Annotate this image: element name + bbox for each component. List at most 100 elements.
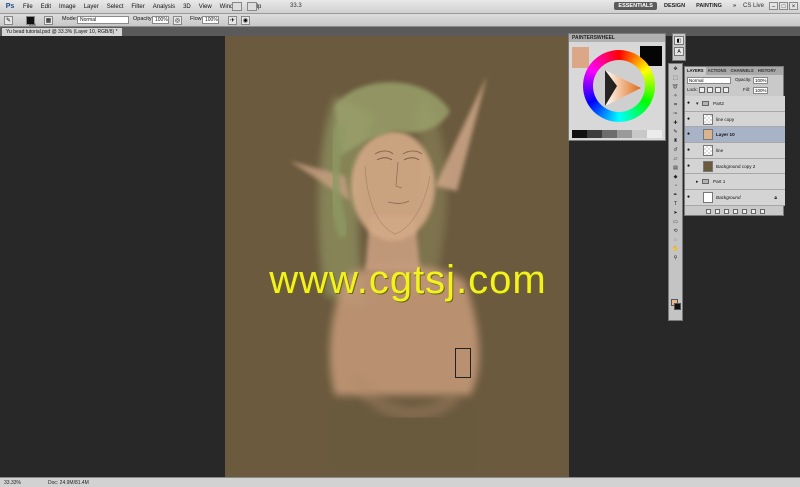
hue-wheel[interactable] — [583, 50, 655, 122]
brush-tool-icon[interactable]: ✎ — [671, 129, 680, 136]
visibility-eye-icon[interactable]: ● — [687, 148, 693, 153]
visibility-eye-icon[interactable]: ● — [687, 195, 693, 200]
pressure-size-icon[interactable]: ◉ — [241, 16, 250, 25]
document-canvas[interactable] — [225, 36, 569, 477]
path-select-tool-icon[interactable]: ➤ — [671, 210, 680, 217]
maximize-icon[interactable]: □ — [779, 2, 788, 10]
lasso-tool-icon[interactable]: ➰ — [671, 84, 680, 91]
new-group-icon[interactable] — [741, 208, 747, 214]
delete-layer-icon[interactable] — [759, 208, 765, 214]
mode-select[interactable]: Normal — [77, 16, 129, 24]
visibility-eye-icon[interactable]: ● — [687, 132, 693, 137]
zoom-tool-icon[interactable]: ⚲ — [671, 255, 680, 262]
minimize-icon[interactable]: – — [769, 2, 778, 10]
shape-tool-icon[interactable]: ▭ — [671, 219, 680, 226]
eraser-tool-icon[interactable]: ▱ — [671, 156, 680, 163]
workspace-painting[interactable]: PAINTING — [692, 2, 726, 10]
lock-transparent-icon[interactable] — [699, 87, 705, 93]
document-tab[interactable]: Yu bead tutorial.psd @ 33.3% (Layer 10, … — [2, 28, 122, 36]
gray-swatch[interactable] — [572, 130, 587, 138]
close-icon[interactable]: × — [789, 2, 798, 10]
menu-edit[interactable]: Edit — [41, 4, 51, 10]
menu-file[interactable]: File — [23, 4, 33, 10]
crop-tool-icon[interactable]: ⌗ — [671, 102, 680, 109]
menu-layer[interactable]: Layer — [84, 4, 99, 10]
layer-row[interactable]: ● line copy — [685, 112, 785, 128]
gradient-tool-icon[interactable]: ▤ — [671, 165, 680, 172]
tab-layers[interactable]: LAYERS — [685, 67, 706, 75]
workspace-essentials[interactable]: ESSENTIALS — [614, 2, 657, 10]
chevron-down-icon[interactable]: ▾ — [696, 101, 699, 107]
3d-rotate-tool-icon[interactable]: ⟲ — [671, 228, 680, 235]
background-color-swatch[interactable] — [674, 303, 681, 310]
painters-wheel-title[interactable]: PAINTERSWHEEL — [569, 34, 665, 42]
new-layer-icon[interactable] — [750, 208, 756, 214]
brush-tool-icon[interactable]: ✎ — [4, 16, 13, 25]
workspace-more[interactable]: » — [729, 2, 740, 10]
flow-field[interactable]: 100% — [202, 16, 219, 24]
zoom-level[interactable]: 33.3 — [290, 3, 302, 9]
pen-tool-icon[interactable]: ✒ — [671, 192, 680, 199]
lock-position-icon[interactable] — [715, 87, 721, 93]
blend-mode-select[interactable]: Normal — [687, 77, 731, 84]
gray-swatch[interactable] — [632, 130, 647, 138]
quick-select-tool-icon[interactable]: ✧ — [671, 93, 680, 100]
layer-style-icon[interactable] — [714, 208, 720, 214]
gray-swatch[interactable] — [602, 130, 617, 138]
lock-image-icon[interactable] — [707, 87, 713, 93]
status-zoom[interactable]: 33.33% — [4, 480, 21, 486]
workspace-design[interactable]: DESIGN — [660, 2, 689, 10]
brush-panel-icon[interactable]: ▦ — [44, 16, 53, 25]
adjustment-layer-icon[interactable] — [732, 208, 738, 214]
cs-live-button[interactable]: CS Live — [743, 3, 764, 9]
tab-history[interactable]: HISTORY — [756, 67, 778, 75]
menu-3d[interactable]: 3D — [183, 4, 191, 10]
marquee-tool-icon[interactable]: ⬚ — [671, 75, 680, 82]
visibility-eye-icon[interactable]: ● — [687, 163, 693, 169]
layer-row-selected[interactable]: ● Layer 10 — [685, 127, 785, 144]
clone-stamp-tool-icon[interactable]: ♜ — [671, 138, 680, 145]
history-brush-tool-icon[interactable]: ↺ — [671, 147, 680, 154]
layer-row[interactable]: ● line — [685, 143, 785, 159]
menu-view[interactable]: View — [199, 4, 212, 10]
panel-icon[interactable]: A — [674, 47, 684, 56]
tab-actions[interactable]: ACTIONS — [706, 67, 729, 75]
layer-opacity-field[interactable]: 100% — [753, 77, 768, 84]
layer-row[interactable]: ● Background 🔒︎ — [685, 190, 785, 206]
lock-all-icon[interactable] — [723, 87, 729, 93]
chevron-right-icon[interactable]: ▸ — [696, 179, 699, 185]
tab-channels[interactable]: CHANNELS — [728, 67, 755, 75]
menu-image[interactable]: Image — [59, 4, 76, 10]
3d-orbit-tool-icon[interactable]: ◌ — [671, 237, 680, 244]
layer-mask-icon[interactable] — [723, 208, 729, 214]
menu-select[interactable]: Select — [107, 4, 124, 10]
move-tool-icon[interactable]: ✥ — [671, 66, 680, 73]
layer-row[interactable]: ● ▸ Part 1 — [685, 174, 785, 191]
menu-analysis[interactable]: Analysis — [153, 4, 175, 10]
fill-field[interactable]: 100% — [753, 87, 768, 94]
airbrush-icon[interactable]: ✈ — [228, 16, 237, 25]
menu-filter[interactable]: Filter — [131, 4, 144, 10]
hand-tool-icon[interactable]: ✋ — [671, 246, 680, 253]
dodge-tool-icon[interactable]: ◔ — [671, 183, 680, 190]
current-color-swatch[interactable] — [572, 47, 589, 68]
type-tool-icon[interactable]: T — [671, 201, 680, 208]
opacity-field[interactable]: 100% — [152, 16, 169, 24]
saturation-triangle[interactable] — [603, 68, 643, 108]
gray-swatch[interactable] — [647, 130, 662, 138]
launch-mini-bridge-icon[interactable] — [247, 2, 257, 11]
visibility-eye-icon[interactable]: ● — [687, 179, 693, 184]
layer-row[interactable]: ● ▾ Part2 — [685, 96, 785, 112]
visibility-eye-icon[interactable]: ● — [687, 101, 693, 106]
gray-swatch[interactable] — [617, 130, 632, 138]
layer-row[interactable]: ● Background copy 2 — [685, 159, 785, 175]
healing-tool-icon[interactable]: ✚ — [671, 120, 680, 127]
launch-bridge-icon[interactable] — [232, 2, 242, 11]
blur-tool-icon[interactable]: ◆ — [671, 174, 680, 181]
visibility-eye-icon[interactable]: ● — [687, 116, 693, 122]
pressure-opacity-icon[interactable]: ◎ — [173, 16, 182, 25]
gray-swatch[interactable] — [587, 130, 602, 138]
panel-icon[interactable]: ◧ — [674, 36, 684, 45]
link-layers-icon[interactable] — [705, 208, 711, 214]
eyedropper-tool-icon[interactable]: ✑ — [671, 111, 680, 118]
